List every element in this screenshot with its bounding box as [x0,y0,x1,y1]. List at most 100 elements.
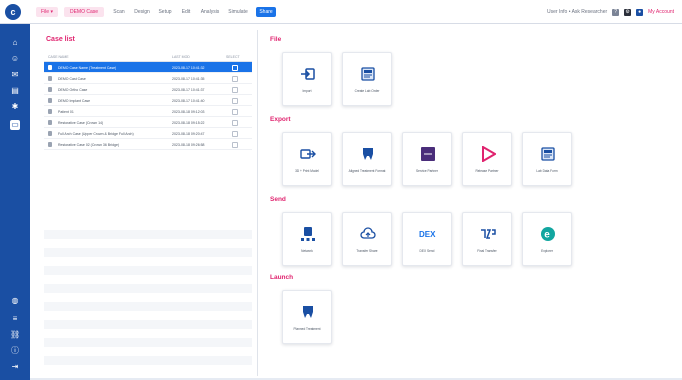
row-checkbox[interactable] [232,130,238,137]
file-icon [48,65,52,70]
tile-release-partner[interactable]: Release Partner [462,132,512,186]
home-icon[interactable]: ⌂ [10,38,20,48]
tile-label: Explorer [541,249,553,253]
row-checkbox[interactable] [232,75,238,82]
tab-design[interactable]: Design [132,7,152,17]
case-date: 2023-08-17 10:41:40 [172,98,205,103]
table-row[interactable]: Restorative Case (Crown 14) 2023-08-18 0… [44,117,252,128]
tab-scan[interactable]: Scan [110,7,128,17]
network-icon [299,225,317,243]
service-partner-icon [419,145,437,163]
case-date: 2023-08-17 10:41:35 [172,76,205,81]
case-name: DEMO Case Name (Treatment Case) [58,65,117,70]
tile-service-partner[interactable]: Service Partner [402,132,452,186]
case-date: 2023-08-18 09:26:58 [172,142,205,147]
file-icon [48,76,52,81]
section-title-export: Export [270,116,291,123]
tab-edit[interactable]: Edit [178,7,194,17]
row-checkbox[interactable] [232,141,238,148]
column-header-date[interactable]: LAST MOD [172,55,190,59]
file-icon [48,87,52,92]
share-panel: File Import Create Lab Order Export 3D +… [262,30,682,376]
case-date: 2023-08-18 09:20:47 [172,131,205,136]
lab-order-icon [359,65,377,83]
table-row[interactable]: DEMO Ortho Case 2023-08-17 10:41:37 [44,84,252,95]
row-checkbox[interactable] [232,86,238,93]
tile-import[interactable]: Import [282,52,332,106]
monitor-icon[interactable]: ▭ [10,120,20,130]
tile-3d-print-model[interactable]: 3D + Print Model [282,132,332,186]
table-row[interactable]: Patient 01 2023-08-18 09:12:03 [44,106,252,117]
column-header-name[interactable]: CASE NAME [48,55,69,59]
tile-aligned-treatment[interactable]: Aligned Treatment Format [342,132,392,186]
section-title-send: Send [270,196,286,203]
user-info-text: User Info • Ask Researcher [547,9,608,15]
tile-lab-data-form[interactable]: Lab Data Form [522,132,572,186]
info-icon[interactable]: ⓘ [10,346,20,356]
case-name: DEMO Cast Case [58,76,86,81]
tile-explorer[interactable]: e Explorer [522,212,572,266]
row-checkbox[interactable] [232,119,238,126]
case-list-title: Case list [46,36,75,43]
case-name: DEMO Implant Case [58,98,91,103]
section-title-file: File [270,36,282,43]
settings-icon[interactable]: ✱ [10,102,20,112]
transfer-icon [479,225,497,243]
tile-create-lab-order[interactable]: Create Lab Order [342,52,392,106]
svg-text:e: e [544,230,550,241]
table-row[interactable]: DEMO Implant Case 2023-08-17 10:41:40 [44,95,252,106]
globe-icon[interactable]: ◍ [10,296,20,306]
case-date: 2023-08-17 10:41:32 [172,65,205,70]
tile-label: Create Lab Order [354,89,380,93]
help-icon[interactable]: ? [612,8,620,16]
tile-dex-send[interactable]: DEX DEX Send [402,212,452,266]
tab-analysis[interactable]: Analysis [198,7,222,17]
tile-transfer-share[interactable]: Transfer Share [342,212,392,266]
app-logo-icon[interactable]: c [5,4,21,20]
tab-file[interactable]: File ▾ [36,7,58,17]
top-toolbar: c File ▾ DEMO Case Scan Design Setup Edi… [0,0,682,24]
table-row[interactable]: Full Arch Case (Upper Crown & Bridge Ful… [44,128,252,139]
tile-planned-treatment[interactable]: Planned Treatment [282,290,332,344]
logout-icon[interactable]: ⇥ [10,362,20,372]
tile-label: Network [301,249,313,253]
case-name: Restorative Case (Crown 14) [58,120,104,125]
case-name: DEMO Ortho Case [58,87,88,92]
table-row[interactable]: Restorative Case 02 (Crown 36 Bridge) 20… [44,139,252,150]
table-row[interactable]: DEMO Case Name (Treatment Case) 2023-08-… [44,62,252,73]
tab-case[interactable]: DEMO Case [64,7,104,17]
row-checkbox[interactable] [232,64,238,71]
file-icon [48,131,52,136]
account-label[interactable]: My Account [648,9,674,15]
tile-label: Aligned Treatment Format [348,169,386,173]
tile-final-transfer[interactable]: Final Transfer [462,212,512,266]
row-checkbox[interactable] [232,97,238,104]
import-icon [299,65,317,83]
explorer-icon: e [539,225,557,243]
table-row[interactable]: DEMO Cast Case 2023-08-17 10:41:35 [44,73,252,84]
file-icon [48,120,52,125]
message-icon[interactable]: ✉ [10,70,20,80]
column-header-select[interactable]: SELECT [226,55,240,59]
link-icon[interactable]: ⛓ [10,330,20,340]
case-name: Full Arch Case (Upper Crown & Bridge Ful… [58,131,134,136]
layers-icon[interactable]: ≡ [10,314,20,324]
tile-label: Transfer Share [356,249,378,253]
notification-icon[interactable]: ● [636,8,644,16]
tile-label: Final Transfer [477,249,497,253]
tile-label: 3D + Print Model [295,169,319,173]
file-icon [48,98,52,103]
tab-setup[interactable]: Setup [156,7,174,17]
user-icon[interactable]: ☺ [10,54,20,64]
tab-share[interactable]: Share [256,7,276,17]
top-right-controls: User Info • Ask Researcher ? ⚙ ● My Acco… [547,7,674,17]
tile-network[interactable]: Network [282,212,332,266]
dex-icon: DEX [419,225,437,243]
tile-label: DEX Send [419,249,435,253]
tile-label: Lab Data Form [536,169,558,173]
file-icon [48,109,52,114]
settings-icon[interactable]: ⚙ [624,8,632,16]
row-checkbox[interactable] [232,108,238,115]
tab-simulate[interactable]: Simulate [226,7,250,17]
document-icon[interactable]: ▤ [10,86,20,96]
